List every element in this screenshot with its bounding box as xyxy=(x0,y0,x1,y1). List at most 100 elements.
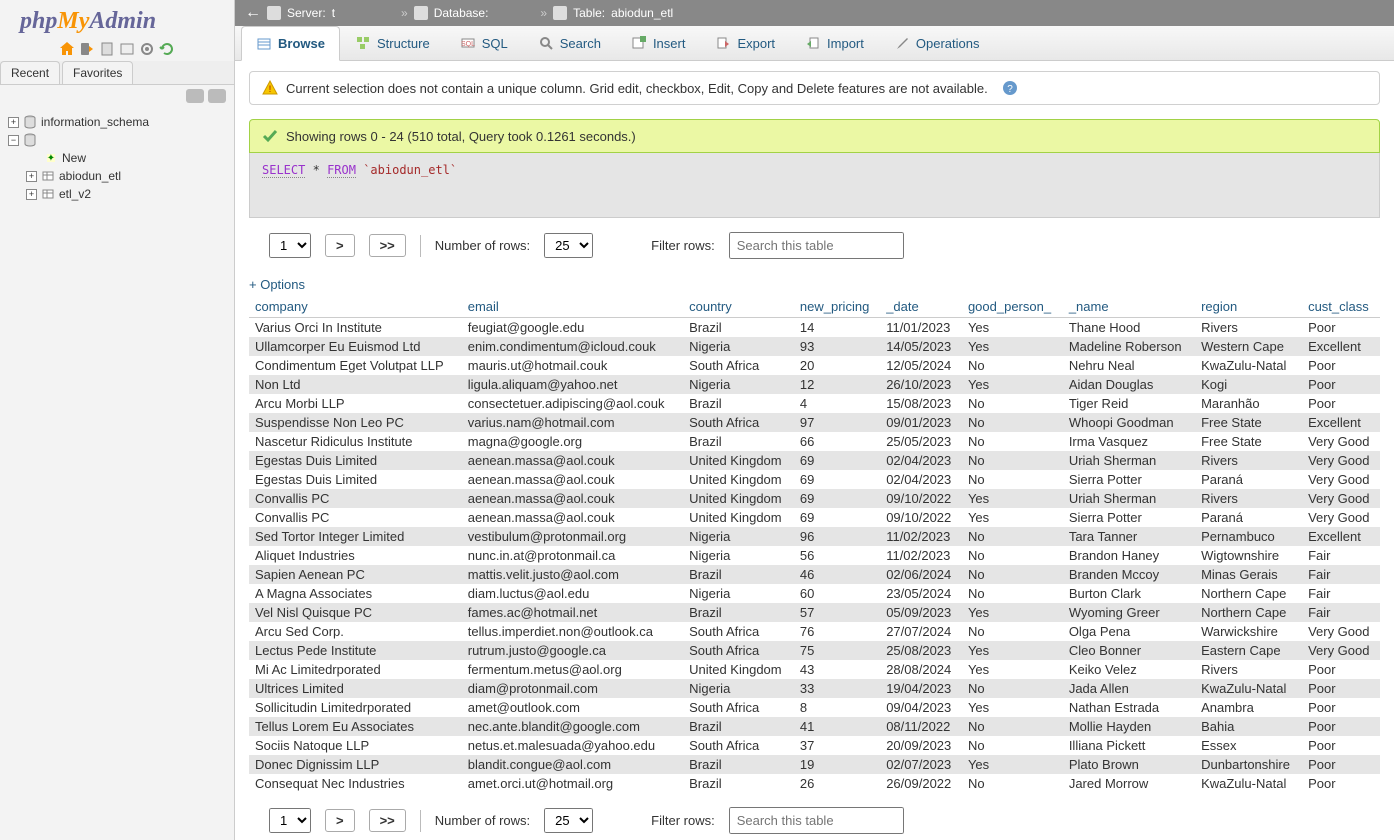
breadcrumb-server[interactable]: t xyxy=(332,6,335,20)
last-page-button[interactable]: >> xyxy=(369,234,406,257)
filter-input[interactable] xyxy=(729,807,904,834)
table-cell: aenean.massa@aol.couk xyxy=(462,451,683,470)
column-header[interactable]: country xyxy=(683,296,794,318)
table-cell: Irma Vasquez xyxy=(1063,432,1195,451)
table-cell: Egestas Duis Limited xyxy=(249,470,462,489)
column-header[interactable]: _name xyxy=(1063,296,1195,318)
table-cell: Consequat Nec Industries xyxy=(249,774,462,793)
table-cell: Donec Dignissim LLP xyxy=(249,755,462,774)
tab-search[interactable]: Search xyxy=(523,26,616,60)
table-cell: 43 xyxy=(794,660,880,679)
table-cell: Fair xyxy=(1302,546,1380,565)
collapse-icon[interactable] xyxy=(186,89,204,103)
tab-browse[interactable]: Browse xyxy=(241,26,340,61)
tab-sql[interactable]: SQL SQL xyxy=(445,26,523,60)
table-cell: Sierra Potter xyxy=(1063,508,1195,527)
table-cell: Essex xyxy=(1195,736,1302,755)
tree-new[interactable]: ✦ New xyxy=(4,149,230,167)
table-cell: 09/10/2022 xyxy=(880,489,962,508)
tab-insert[interactable]: Insert xyxy=(616,26,701,60)
docs-icon[interactable] xyxy=(99,41,115,57)
expand-icon[interactable]: + xyxy=(8,117,19,128)
table-row: Convallis PCaenean.massa@aol.coukUnited … xyxy=(249,489,1380,508)
column-header[interactable]: good_person_ xyxy=(962,296,1063,318)
column-header[interactable]: _date xyxy=(880,296,962,318)
column-header[interactable]: new_pricing xyxy=(794,296,880,318)
table-cell: No xyxy=(962,356,1063,375)
table-cell: No xyxy=(962,584,1063,603)
table-cell: United Kingdom xyxy=(683,660,794,679)
last-page-button[interactable]: >> xyxy=(369,809,406,832)
options-toggle[interactable]: + Options xyxy=(249,273,1380,296)
pager-top: 1 > >> Number of rows: 25 Filter rows: xyxy=(249,218,1380,273)
chevron-icon: » xyxy=(401,6,408,20)
table-cell: rutrum.justo@google.ca xyxy=(462,641,683,660)
table-cell: blandit.congue@aol.com xyxy=(462,755,683,774)
home-icon[interactable] xyxy=(59,41,75,57)
sql-table: `abiodun_etl` xyxy=(363,163,457,177)
tab-import[interactable]: Import xyxy=(790,26,879,60)
table-cell: 26 xyxy=(794,774,880,793)
tree-db[interactable]: − xyxy=(4,131,230,149)
filter-input[interactable] xyxy=(729,232,904,259)
table-cell: Sapien Aenean PC xyxy=(249,565,462,584)
rows-label: Number of rows: xyxy=(435,813,530,828)
table-cell: 02/07/2023 xyxy=(880,755,962,774)
rows-select[interactable]: 25 xyxy=(544,808,593,833)
table-cell: Very Good xyxy=(1302,432,1380,451)
tab-export[interactable]: Export xyxy=(700,26,790,60)
column-header[interactable]: region xyxy=(1195,296,1302,318)
sql-icon[interactable] xyxy=(119,41,135,57)
table-cell: fames.ac@hotmail.net xyxy=(462,603,683,622)
column-header[interactable]: cust_class xyxy=(1302,296,1380,318)
table-cell: 05/09/2023 xyxy=(880,603,962,622)
table-cell: Northern Cape xyxy=(1195,603,1302,622)
back-arrow-icon[interactable]: ← xyxy=(245,4,261,22)
next-page-button[interactable]: > xyxy=(325,234,355,257)
tab-recent[interactable]: Recent xyxy=(0,61,60,84)
table-cell: diam@protonmail.com xyxy=(462,679,683,698)
table-cell: Arcu Sed Corp. xyxy=(249,622,462,641)
tab-favorites[interactable]: Favorites xyxy=(62,61,133,84)
expand-icon[interactable]: + xyxy=(26,171,37,182)
settings-icon[interactable] xyxy=(139,41,155,57)
table-row: Aliquet Industriesnunc.in.at@protonmail.… xyxy=(249,546,1380,565)
column-header[interactable]: company xyxy=(249,296,462,318)
table-cell: netus.et.malesuada@yahoo.edu xyxy=(462,736,683,755)
info-icon[interactable]: ? xyxy=(1002,80,1018,96)
breadcrumb-table[interactable]: abiodun_etl xyxy=(611,6,673,20)
tree-table[interactable]: + etl_v2 xyxy=(4,185,230,203)
next-page-button[interactable]: > xyxy=(325,809,355,832)
table-cell: 02/06/2024 xyxy=(880,565,962,584)
column-header[interactable]: email xyxy=(462,296,683,318)
table-cell: No xyxy=(962,527,1063,546)
tree-db[interactable]: + information_schema xyxy=(4,113,230,131)
expand-icon[interactable]: + xyxy=(26,189,37,200)
table-cell: Lectus Pede Institute xyxy=(249,641,462,660)
tree-table[interactable]: + abiodun_etl xyxy=(4,167,230,185)
table-cell: 66 xyxy=(794,432,880,451)
tab-operations[interactable]: Operations xyxy=(879,26,995,60)
reload-icon[interactable] xyxy=(159,41,175,57)
page-select[interactable]: 1 xyxy=(269,233,311,258)
logo[interactable]: phpMyAdmin xyxy=(0,0,234,37)
table-cell: 46 xyxy=(794,565,880,584)
table-cell: 69 xyxy=(794,489,880,508)
table-cell: Fair xyxy=(1302,584,1380,603)
table-cell: Rivers xyxy=(1195,318,1302,338)
tab-structure[interactable]: Structure xyxy=(340,26,445,60)
search-icon xyxy=(538,35,554,51)
table-cell: Brazil xyxy=(683,774,794,793)
rows-select[interactable]: 25 xyxy=(544,233,593,258)
table-cell: Suspendisse Non Leo PC xyxy=(249,413,462,432)
table-cell: Jada Allen xyxy=(1063,679,1195,698)
page-select[interactable]: 1 xyxy=(269,808,311,833)
table-cell: Poor xyxy=(1302,679,1380,698)
table-cell: 27/07/2024 xyxy=(880,622,962,641)
table-cell: Aidan Douglas xyxy=(1063,375,1195,394)
collapse-icon[interactable]: − xyxy=(8,135,19,146)
table-row: Convallis PCaenean.massa@aol.coukUnited … xyxy=(249,508,1380,527)
link-icon[interactable] xyxy=(208,89,226,103)
logout-icon[interactable] xyxy=(79,41,95,57)
table-cell: Branden Mccoy xyxy=(1063,565,1195,584)
